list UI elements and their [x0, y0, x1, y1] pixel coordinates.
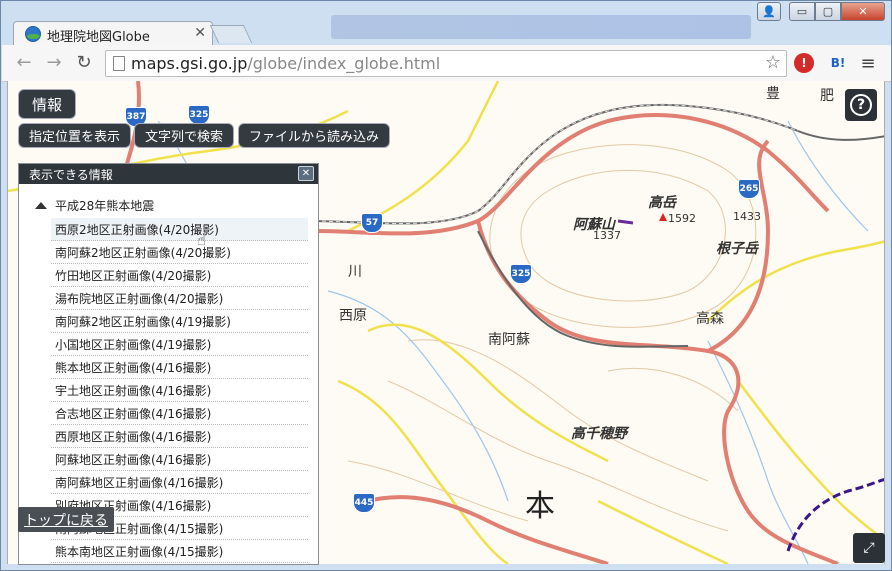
elevation-1337: 1337	[593, 229, 621, 242]
map-label-bu: 豊	[766, 86, 780, 102]
globe-icon	[25, 26, 41, 42]
panel-title: 表示できる情報	[29, 167, 113, 182]
window-controls: 👤 ▭ ▢ ✕	[757, 2, 885, 22]
list-item[interactable]: 熊本南地区正射画像(4/15撮影)	[51, 540, 308, 563]
search-text-button[interactable]: 文字列で検索	[134, 123, 235, 148]
route-shield-325: 325	[188, 105, 210, 125]
reload-icon[interactable]: ↻	[72, 52, 96, 73]
route-shield-265: 265	[738, 179, 760, 199]
help-icon: ?	[850, 94, 872, 116]
address-bar[interactable]: maps.gsi.go.jp/globe/index_globe.html ☆	[105, 50, 787, 77]
close-tab-icon[interactable]: ✕	[194, 25, 206, 41]
title-bar: 地理院地図Globe ✕ 👤 ▭ ▢ ✕	[1, 1, 891, 46]
elevation-1433: 1433	[733, 210, 761, 223]
forward-icon[interactable]: →	[42, 52, 66, 73]
browser-tab[interactable]: 地理院地図Globe ✕	[13, 21, 213, 46]
group-label: 平成28年熊本地震	[55, 198, 155, 213]
hand-cursor-icon: ☝	[197, 231, 207, 249]
list-item[interactable]: 南阿蘇地区正射画像(4/16撮影)	[51, 471, 308, 494]
menu-icon[interactable]: ≡	[858, 53, 878, 74]
map-label-hon: 本	[525, 489, 555, 524]
bookmark-star-icon[interactable]: ☆	[765, 52, 781, 73]
map-label-kawa: 川	[348, 264, 362, 280]
tab-title: 地理院地図Globe	[47, 30, 150, 45]
map-label-minamiaso: 南阿蘇	[488, 332, 530, 348]
maximize-button[interactable]: ▢	[815, 2, 841, 21]
list-item[interactable]: 西原地区正射画像(4/16撮影)	[51, 425, 308, 448]
map-label-takamori: 高森	[696, 311, 724, 327]
back-icon[interactable]: ←	[12, 52, 36, 73]
blurred-window-title	[331, 15, 751, 39]
list-item[interactable]: 小国地区正射画像(4/19撮影)	[51, 333, 308, 356]
list-item[interactable]: 阿蘇地区正射画像(4/16撮影)	[51, 448, 308, 471]
elevation-1592: 1592	[668, 212, 696, 225]
list-item[interactable]: 西原2地区正射画像(4/20撮影)	[51, 218, 308, 241]
new-tab-button[interactable]	[209, 25, 253, 43]
collapse-triangle-icon	[35, 201, 47, 209]
back-to-top-link[interactable]: トップに戻る	[18, 507, 114, 532]
list-item[interactable]: 湯布院地区正射画像(4/20撮影)	[51, 287, 308, 310]
list-item[interactable]: 竹田地区正射画像(4/20撮影)	[51, 264, 308, 287]
route-shield-445: 445	[353, 493, 375, 513]
route-shield-325-b: 325	[510, 264, 532, 284]
hatena-bookmark-icon[interactable]: B!	[828, 53, 848, 73]
extension-icon[interactable]: !	[794, 53, 814, 73]
list-item[interactable]: 宇土地区正射画像(4/16撮影)	[51, 379, 308, 402]
list-item[interactable]: 南阿蘇2地区正射画像(4/20撮影)	[51, 241, 308, 264]
help-button[interactable]: ?	[845, 89, 877, 121]
show-location-button[interactable]: 指定位置を表示	[18, 123, 132, 148]
minimize-button[interactable]: ▭	[789, 2, 815, 21]
list-item[interactable]: 南阿蘇2地区正射画像(4/19撮影)	[51, 310, 308, 333]
map-label-takachiho: 高千穂野	[571, 426, 627, 442]
map-label-nishihara: 西原	[339, 308, 367, 324]
page-icon	[113, 56, 125, 71]
info-panel: 表示できる情報 ✕ 平成28年熊本地震 西原2地区正射画像(4/20撮影) 南阿…	[18, 163, 319, 565]
map-label-nekodake: 根子岳	[716, 241, 758, 257]
user-icon[interactable]: 👤	[757, 2, 781, 21]
browser-toolbar: ← → ↻ maps.gsi.go.jp/globe/index_globe.h…	[2, 45, 891, 82]
fullscreen-icon[interactable]: ⤢	[853, 533, 885, 563]
panel-close-icon[interactable]: ✕	[298, 166, 314, 181]
map-label-hi: 肥	[820, 88, 834, 104]
list-item[interactable]: 合志地区正射画像(4/16撮影)	[51, 402, 308, 425]
load-file-button[interactable]: ファイルから読み込み	[238, 123, 391, 148]
list-item[interactable]: 熊本地区正射画像(4/16撮影)	[51, 356, 308, 379]
panel-header: 表示できる情報 ✕	[19, 164, 318, 184]
url-text[interactable]: maps.gsi.go.jp/globe/index_globe.html	[131, 54, 440, 73]
close-window-button[interactable]: ✕	[841, 2, 885, 21]
info-button[interactable]: 情報	[18, 89, 77, 119]
route-shield-57: 57	[361, 213, 383, 233]
group-toggle[interactable]: 平成28年熊本地震	[19, 192, 318, 218]
map-label-takadake: 高岳	[648, 195, 676, 211]
